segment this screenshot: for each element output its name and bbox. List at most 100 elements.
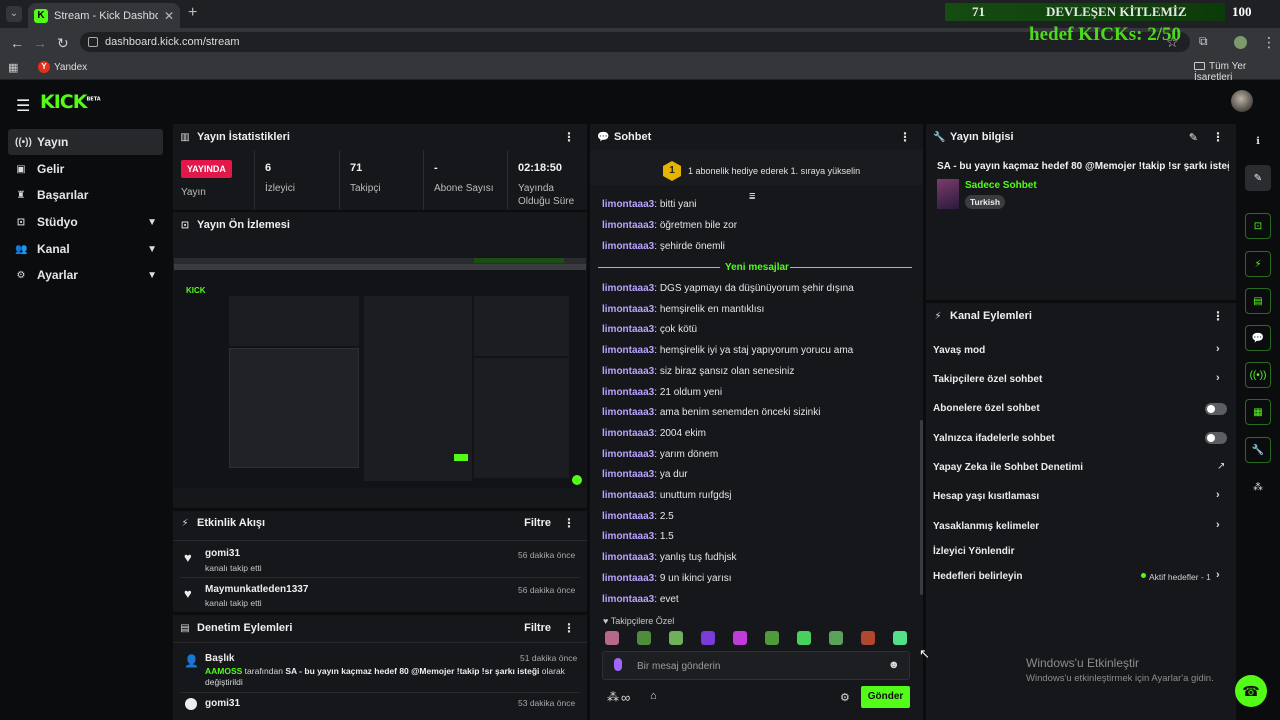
chat-username[interactable]: limontaaa3 [602,469,654,480]
chat-username[interactable]: limontaaa3 [602,241,654,252]
chat-username[interactable]: limontaaa3 [602,387,654,398]
chat-username[interactable]: limontaaa3 [602,552,654,563]
send-button[interactable]: Gönder [861,686,910,708]
activity-toggle-icon[interactable]: ⚡ [1245,251,1271,277]
kick-logo[interactable]: KICKBETA [40,91,101,113]
emote-icon[interactable] [605,631,619,645]
chat-username[interactable]: limontaaa3 [602,490,654,501]
action-slow-mode[interactable]: Yavaş mod [933,345,985,356]
broadcast-toggle-icon[interactable]: ((•)) [1245,362,1271,388]
emote-icon[interactable] [669,631,683,645]
subscribers-only-toggle[interactable] [1205,403,1227,415]
gear-icon[interactable]: ⚙ [840,691,850,704]
help-chat-icon[interactable]: ☎ [1235,675,1267,707]
browser-menu-icon[interactable]: ⋮ [1262,34,1276,51]
sidebar-item-kanal[interactable]: 👥 Kanal ▼ [8,236,163,262]
emote-only-toggle[interactable] [1205,432,1227,444]
bookmark-yandex[interactable]: Y Yandex [38,61,87,73]
site-info-icon[interactable] [88,37,98,47]
chevron-right-icon[interactable]: › [1216,519,1220,531]
action-raid[interactable]: İzleyici Yönlendir [933,546,1015,557]
chat-toggle-icon[interactable]: 💬 [1245,325,1271,351]
category-link[interactable]: Sadece Sohbet [965,180,1037,191]
back-icon[interactable]: ← [10,35,24,51]
sidebar-item-studyo[interactable]: ⊡ Stüdyo ▼ [8,209,163,235]
chat-scrollbar[interactable] [920,420,923,595]
more-options-icon[interactable]: ⋮ [1212,130,1224,144]
reload-icon[interactable]: ↻ [57,35,69,52]
chat-username[interactable]: limontaaa3 [602,220,654,231]
filter-button[interactable]: Filtre [524,517,551,529]
chat-username[interactable]: limontaaa3 [602,304,654,315]
more-options-icon[interactable]: ⋮ [1212,309,1224,323]
url-input[interactable]: dashboard.kick.com/stream [80,32,1190,52]
infinity-icon[interactable]: ∞ [621,690,630,705]
collapse-icon[interactable]: ≡ [749,190,755,202]
chat-username[interactable]: limontaaa3 [602,531,654,542]
emoji-icon[interactable]: ☻ [888,659,900,671]
chevron-right-icon[interactable]: › [1216,372,1220,384]
chat-username[interactable]: limontaaa3 [602,199,654,210]
chat-username[interactable]: limontaaa3 [602,283,654,294]
external-link-icon[interactable]: ↗ [1217,461,1225,472]
forward-icon[interactable]: → [33,35,47,51]
chevron-right-icon[interactable]: › [1216,489,1220,501]
chat-username[interactable]: limontaaa3 [602,594,654,605]
emote-icon[interactable] [765,631,779,645]
moderation-actor[interactable]: AAMOSS [205,666,242,676]
avatar[interactable] [1231,90,1253,112]
browser-tab[interactable]: K Stream - Kick Dashboard ✕ [28,3,180,28]
tab-search-button[interactable]: ⌄ [6,6,22,22]
chat-username[interactable]: limontaaa3 [602,366,654,377]
chevron-right-icon[interactable]: › [1216,569,1220,581]
emote-icon[interactable] [861,631,875,645]
chat-username[interactable]: limontaaa3 [602,511,654,522]
edit-pencil-icon[interactable]: ✎ [1189,131,1198,144]
filter-button[interactable]: Filtre [524,622,551,634]
chat-username[interactable]: limontaaa3 [602,449,654,460]
bookmark-star-icon[interactable]: ☆ [1166,34,1179,51]
tools-toggle-icon[interactable]: 🔧 [1245,437,1271,463]
close-tab-icon[interactable]: ✕ [164,9,174,23]
chevron-right-icon[interactable]: › [1216,343,1220,355]
menu-icon[interactable]: ☰ [16,96,30,116]
emote-icon[interactable] [637,631,651,645]
activity-user[interactable]: gomi31 [205,548,240,559]
layout-toggle-icon[interactable]: ▦ [1245,399,1271,425]
emote-icon[interactable] [733,631,747,645]
sidebar-item-yayin[interactable]: ((•)) Yayın [8,129,163,155]
chat-username[interactable]: limontaaa3 [602,324,654,335]
share-icon[interactable]: ⁂ [607,690,619,704]
chat-username[interactable]: limontaaa3 [602,345,654,356]
more-options-icon[interactable]: ⋮ [563,130,575,144]
store-icon[interactable]: ⌂ [650,690,657,702]
emote-icon[interactable] [701,631,715,645]
emote-icon[interactable] [797,631,811,645]
chat-username[interactable]: limontaaa3 [602,407,654,418]
action-ai-moderation[interactable]: Yapay Zeka ile Sohbet Denetimi [933,462,1083,473]
action-goals[interactable]: Hedefleri belirleyin [933,571,1022,582]
chat-username[interactable]: limontaaa3 [602,428,654,439]
sidebar-item-ayarlar[interactable]: ⚙ Ayarlar ▼ [8,262,163,288]
action-followers-only[interactable]: Takipçilere özel sohbet [933,374,1042,385]
more-options-icon[interactable]: ⋮ [899,130,911,144]
emote-icon[interactable] [893,631,907,645]
chat-username[interactable]: limontaaa3 [602,573,654,584]
sidebar-item-basarilar[interactable]: ♜ Başarılar [8,182,163,208]
category-thumbnail[interactable] [937,179,959,209]
emote-icon[interactable] [829,631,843,645]
profile-icon[interactable] [1234,36,1247,49]
action-banned-words[interactable]: Yasaklanmış kelimeler [933,521,1039,532]
action-account-age[interactable]: Hesap yaşı kısıtlaması [933,491,1039,502]
moderation-toggle-icon[interactable]: ▤ [1245,288,1271,314]
share-icon[interactable]: ⁂ [1245,474,1271,500]
more-options-icon[interactable]: ⋮ [563,516,575,530]
microphone-icon[interactable] [614,658,622,671]
new-tab-button[interactable]: + [188,4,197,22]
preview-toggle-icon[interactable]: ⊡ [1245,213,1271,239]
edit-icon[interactable]: ✎ [1245,165,1271,191]
more-options-icon[interactable]: ⋮ [563,621,575,635]
activity-user[interactable]: Maymunkatleden1337 [205,584,308,595]
stream-preview-video[interactable]: KICK [174,258,586,488]
apps-grid-icon[interactable]: ▦ [8,61,18,74]
